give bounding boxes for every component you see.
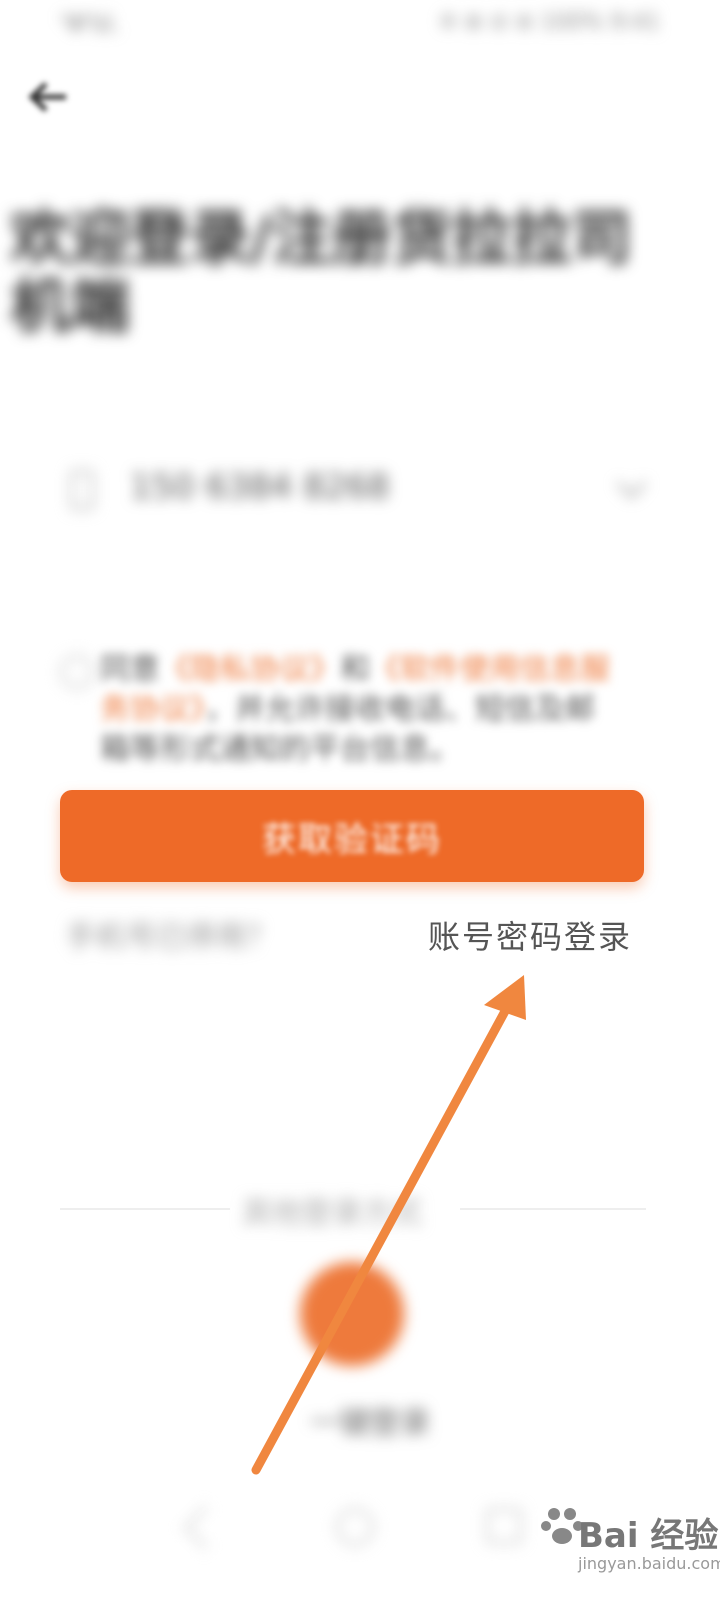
arrow-left-icon (28, 82, 66, 112)
agreement-text: 同意《隐私协议》和《软件使用信息服务协议》，并允许接收电话、短信及邮箱等形式通知… (100, 650, 620, 770)
nav-home-icon[interactable] (336, 1508, 374, 1546)
get-code-button[interactable]: 获取验证码 (60, 790, 644, 882)
password-login-link[interactable]: 账号密码登录 (428, 912, 632, 958)
phone-input[interactable]: 150 6384 8268 (130, 467, 390, 507)
phone-row[interactable]: 150 6384 8268 (60, 455, 660, 525)
phone-unavailable-link[interactable]: 手机号已停用？ (66, 912, 276, 956)
page-title: 欢迎登录/注册货拉拉司机端 (10, 204, 632, 342)
privacy-policy-link[interactable]: 《隐私协议》 (160, 652, 340, 687)
nav-back-icon[interactable] (183, 1505, 228, 1550)
back-button[interactable] (24, 72, 74, 122)
one-click-login-label: 一键登录 (310, 1406, 430, 1441)
nav-recent-icon[interactable] (486, 1508, 522, 1544)
agreement-mid: 和 (340, 652, 370, 687)
divider (60, 1208, 230, 1210)
divider (460, 1208, 646, 1210)
agreement-prefix: 同意 (100, 652, 160, 687)
phone-icon (70, 470, 94, 510)
one-click-login-button[interactable] (300, 1262, 404, 1366)
watermark-url: jingyan.baidu.com (578, 1554, 720, 1573)
signal-indicator: 'Ψ'lıl. (60, 10, 120, 38)
other-methods-label: 其他登录方式 (242, 1196, 422, 1231)
chevron-down-icon[interactable] (616, 468, 647, 499)
watermark-text: Bai 经验 (578, 1516, 719, 1556)
agreement-checkbox[interactable] (60, 655, 94, 689)
status-bar: 'Ψ'lıl. ※ ⊗ ⊘ ⊛ 100% 9:41 (0, 0, 720, 50)
get-code-label: 获取验证码 (262, 819, 442, 860)
status-icons: ※ ⊗ ⊘ ⊛ 100% 9:41 (439, 10, 660, 35)
